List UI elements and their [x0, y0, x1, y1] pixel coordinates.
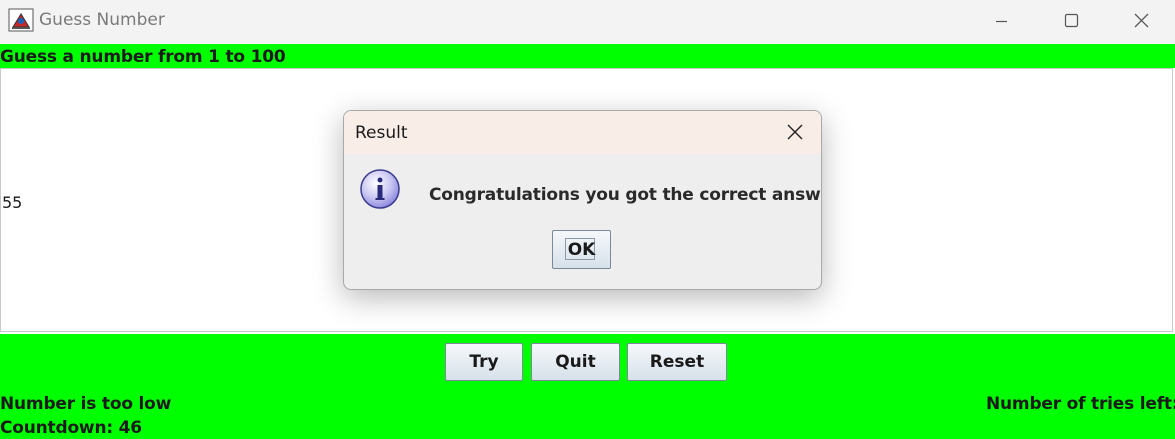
dialog-close-button[interactable] [780, 117, 812, 149]
window-titlebar[interactable]: Guess Number [0, 0, 1175, 44]
reset-button[interactable]: Reset [627, 343, 727, 381]
result-dialog: Result Congratulations you got the corre… [343, 110, 822, 290]
info-icon [360, 169, 400, 209]
quit-button-label: Quit [555, 352, 596, 372]
prompt-band: Guess a number from 1 to 100 [0, 44, 1175, 68]
tries-left-label: Number of tries left: 2 [986, 394, 1175, 414]
close-icon [787, 124, 803, 140]
window-title: Guess Number [39, 10, 165, 30]
maximize-icon [1064, 13, 1079, 28]
try-button-label: Try [469, 352, 499, 372]
dialog-message: Congratulations you got the correct answ… [429, 185, 822, 205]
close-button[interactable] [1106, 0, 1175, 44]
ok-button-label: OK [567, 240, 596, 260]
ok-button[interactable]: OK [552, 230, 611, 269]
minimize-button[interactable] [966, 0, 1036, 44]
guess-value: 55 [2, 193, 23, 212]
control-band: Try Quit Reset Number is too low Countdo… [0, 334, 1175, 439]
dialog-title: Result [355, 123, 408, 143]
prompt-label: Guess a number from 1 to 100 [0, 47, 286, 67]
try-button[interactable]: Try [445, 343, 523, 381]
hint-label: Number is too low [0, 394, 172, 414]
close-icon [1134, 13, 1149, 28]
quit-button[interactable]: Quit [531, 343, 620, 381]
minimize-icon [996, 20, 1007, 23]
reset-button-label: Reset [649, 352, 705, 372]
maximize-button[interactable] [1036, 0, 1106, 44]
dialog-titlebar[interactable]: Result [344, 111, 821, 154]
java-app-icon [8, 8, 34, 32]
countdown-label: Countdown: 46 [0, 418, 142, 438]
